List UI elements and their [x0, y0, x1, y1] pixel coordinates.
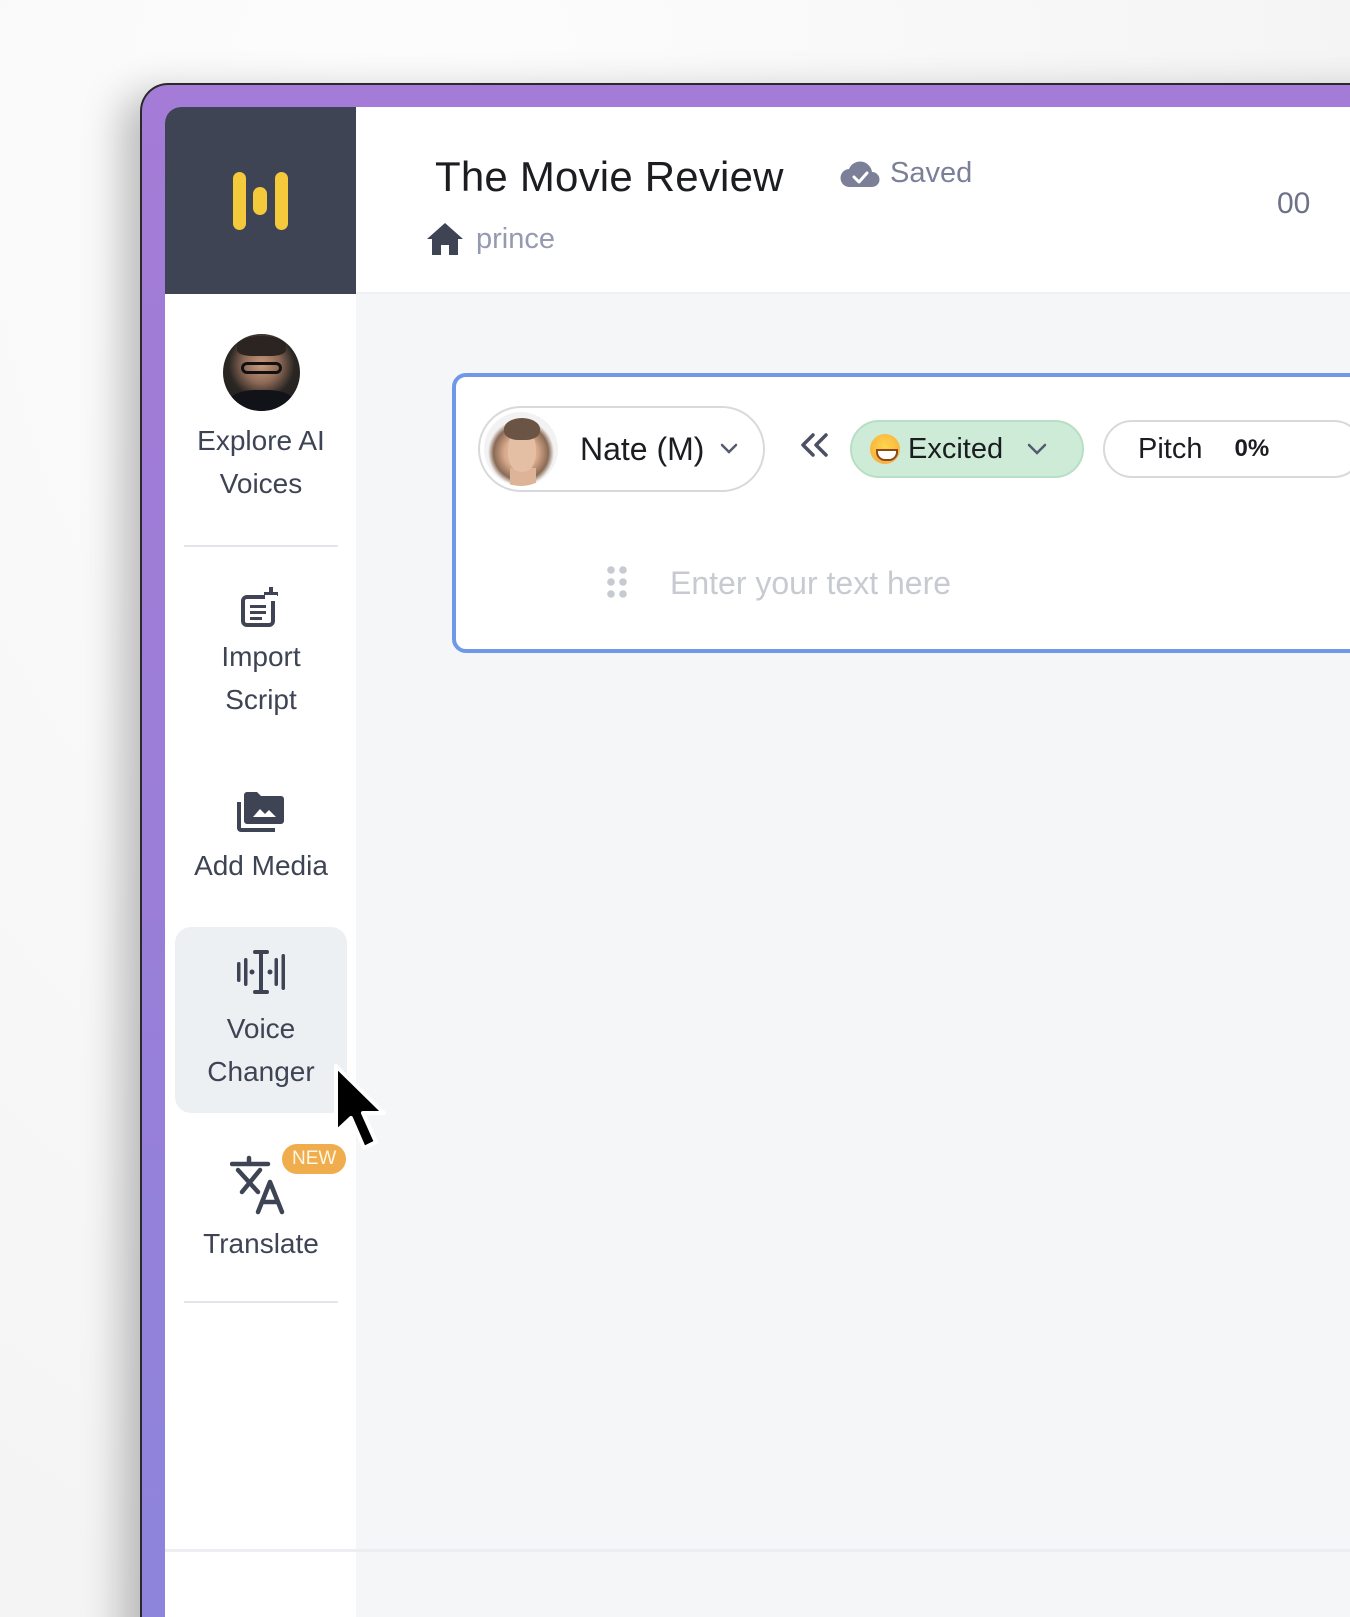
voice-avatar [222, 334, 300, 411]
sidebar-item-label: Add Media [194, 850, 328, 881]
sidebar-item-import-script[interactable]: Import Script [175, 587, 347, 721]
double-chevron-left-icon [801, 433, 828, 457]
mouse-pointer-icon [332, 1062, 392, 1163]
emotion-label: Excited [908, 432, 1004, 465]
sidebar-item-voice-changer[interactable]: Voice Changer [175, 927, 347, 1113]
pitch-value: 0% [1234, 435, 1270, 462]
logo-icon [232, 171, 288, 230]
pitch-control[interactable]: Pitch 0% [1103, 420, 1350, 478]
chevron-down-icon [721, 443, 738, 454]
sidebar: Explore AI Voices Import Script Add Medi… [165, 294, 356, 1617]
drag-handle-icon[interactable] [606, 565, 628, 604]
top-bar: The Movie Review Saved prince 00 [356, 107, 1350, 294]
voice-wave-icon [235, 949, 287, 995]
sidebar-item-label: Voice Changer [207, 1013, 315, 1087]
pitch-label: Pitch [1138, 432, 1203, 465]
voice-avatar [484, 412, 558, 486]
breadcrumb[interactable]: prince [426, 221, 555, 257]
sidebar-item-label: Translate [203, 1228, 319, 1259]
script-text-input[interactable] [670, 561, 1350, 605]
media-folder-icon [237, 790, 285, 832]
save-status-label: Saved [890, 157, 973, 189]
time-readout: 00 [1277, 187, 1311, 220]
sidebar-item-label: Import Script [221, 641, 301, 715]
save-status: Saved [840, 157, 972, 190]
voice-selector[interactable]: Nate (M) [478, 406, 765, 492]
collapse-button[interactable] [796, 429, 832, 461]
script-block[interactable]: Nate (M) Excited Pitch 0% [452, 373, 1350, 653]
home-icon [427, 223, 463, 255]
star-struck-emoji-icon [870, 434, 900, 464]
emotion-selector[interactable]: Excited [850, 420, 1084, 478]
cloud-check-icon [840, 161, 880, 187]
sidebar-item-explore-ai-voices[interactable]: Explore AI Voices [175, 334, 347, 505]
sidebar-divider [184, 1301, 338, 1303]
bottom-divider [165, 1549, 1350, 1552]
voice-name: Nate (M) [580, 430, 705, 467]
sidebar-item-label: Explore AI Voices [197, 425, 325, 499]
sidebar-item-add-media[interactable]: Add Media [175, 790, 347, 887]
app-logo[interactable] [165, 107, 356, 294]
import-script-icon [239, 587, 283, 629]
project-title[interactable]: The Movie Review [435, 153, 784, 201]
app-window: The Movie Review Saved prince 00 Explore… [165, 107, 1350, 1617]
chevron-down-icon [1027, 443, 1047, 455]
sidebar-divider [184, 545, 338, 547]
sidebar-item-translate[interactable]: NEW Translate [175, 1144, 347, 1265]
breadcrumb-workspace[interactable]: prince [476, 223, 555, 256]
